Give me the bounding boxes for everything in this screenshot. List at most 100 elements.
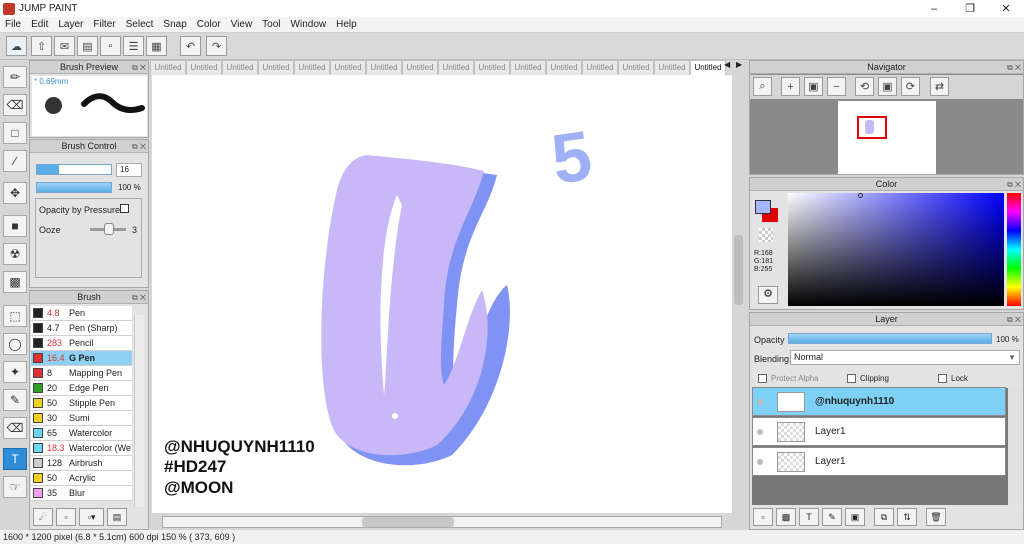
close-icon[interactable]: ✕ <box>988 0 1024 17</box>
rotate-right-icon[interactable]: ⟳ <box>901 77 920 96</box>
protect-alpha-checkbox[interactable] <box>758 374 767 384</box>
brush-list-item[interactable]: 16.4 G Pen <box>31 351 132 366</box>
horizontal-scroll-thumb[interactable] <box>362 517 454 527</box>
brush-list-item[interactable]: 20 Edge Pen <box>31 381 132 396</box>
canvas-vertical-scrollbar[interactable] <box>732 75 746 513</box>
document-tab[interactable]: Untitled <box>510 60 546 75</box>
menu-filter[interactable]: Filter <box>88 19 120 30</box>
tab-scroll-left-icon[interactable]: ◀ <box>724 60 733 74</box>
document-tab[interactable]: Untitled <box>258 60 294 75</box>
opacity-pressure-checkbox[interactable] <box>120 204 129 213</box>
bucket-tool-icon[interactable]: ☢ <box>3 243 27 265</box>
navigator-thumbnail[interactable] <box>838 101 936 174</box>
panel-close-icon[interactable]: ⧉ ✕ <box>132 61 146 74</box>
document-tab[interactable]: Untitled <box>330 60 366 75</box>
brush-list-item[interactable]: 283 Pencil <box>31 336 132 351</box>
menu-layer[interactable]: Layer <box>53 19 88 30</box>
canvas-horizontal-scrollbar[interactable] <box>152 514 732 530</box>
new-vector-layer-icon[interactable]: ✎ <box>822 508 842 526</box>
zoom-out-icon[interactable]: − <box>827 77 846 96</box>
brush-size-slider[interactable] <box>36 164 112 175</box>
ooze-slider-handle[interactable] <box>104 223 114 235</box>
brush-list-item[interactable]: 4.7 Pen (Sharp) <box>31 321 132 336</box>
menu-select[interactable]: Select <box>121 19 159 30</box>
new-halftone-layer-icon[interactable]: ▩ <box>776 508 796 526</box>
brush-list-item[interactable]: 50 Stipple Pen <box>31 396 132 411</box>
color-picker-area[interactable] <box>788 193 1004 306</box>
text-tool-icon[interactable]: T <box>3 448 27 470</box>
cloud-icon[interactable]: ☁ <box>6 36 27 56</box>
layer-list-scrollbar[interactable] <box>1008 387 1022 505</box>
lock-checkbox[interactable] <box>938 374 947 384</box>
new-text-layer-icon[interactable]: T <box>799 508 819 526</box>
blending-select[interactable]: Normal ▼ <box>790 350 1020 365</box>
duplicate-layer-icon[interactable]: ⧉ <box>874 508 894 526</box>
document-tab[interactable]: Untitled <box>402 60 438 75</box>
menu-view[interactable]: View <box>226 19 258 30</box>
brush-opacity-slider[interactable] <box>36 182 112 193</box>
clipping-checkbox[interactable] <box>847 374 856 384</box>
drawing-canvas[interactable]: 5 @NHUQUYNH1110 #HD247 @MOON <box>152 75 732 513</box>
move-tool-icon[interactable]: ✥ <box>3 182 27 204</box>
menu-help[interactable]: Help <box>331 19 362 30</box>
zoom-icon[interactable]: ⌕ <box>753 77 772 96</box>
menu-snap[interactable]: Snap <box>158 19 191 30</box>
brush-list-item[interactable]: 8 Mapping Pen <box>31 366 132 381</box>
comment-icon[interactable]: ✉ <box>54 36 75 56</box>
color-picker-cursor[interactable] <box>858 193 863 198</box>
reset-view-icon[interactable]: ▣ <box>878 77 897 96</box>
hand-tool-icon[interactable]: ☞ <box>3 476 27 498</box>
lasso-tool-icon[interactable]: ◯ <box>3 333 27 355</box>
document-tab[interactable]: Untitled <box>366 60 402 75</box>
layer-row[interactable]: Layer1 <box>752 447 1006 476</box>
zoom-in-icon[interactable]: + <box>781 77 800 96</box>
new-brush-icon[interactable]: ▫ <box>56 508 76 526</box>
rotate-left-icon[interactable]: ⟲ <box>855 77 874 96</box>
document-tab[interactable]: Untitled <box>438 60 474 75</box>
line-tool-icon[interactable]: ∕ <box>3 150 27 172</box>
brush-list-item[interactable]: 128 Airbrush <box>31 456 132 471</box>
document-icon[interactable]: ▫ <box>100 36 121 56</box>
select-eraser-tool-icon[interactable]: ⌫ <box>3 417 27 439</box>
message-icon[interactable]: ▤ <box>77 36 98 56</box>
document-tab[interactable]: Untitled <box>474 60 510 75</box>
document-tab[interactable]: Untitled <box>546 60 582 75</box>
fill-rect-tool-icon[interactable]: ■ <box>3 215 27 237</box>
visibility-icon[interactable] <box>757 428 763 435</box>
document-tab[interactable]: Untitled <box>582 60 618 75</box>
panel-close-icon[interactable]: ⧉ ✕ <box>132 140 146 153</box>
magic-wand-tool-icon[interactable]: ✦ <box>3 361 27 383</box>
add-brush-icon[interactable]: ☄ <box>33 508 53 526</box>
layer-opacity-slider[interactable] <box>788 333 992 344</box>
brush-list-item[interactable]: 65 Watercolor <box>31 426 132 441</box>
shape-tool-icon[interactable]: □ <box>3 122 27 144</box>
merge-layer-icon[interactable]: ⇅ <box>897 508 917 526</box>
hue-slider[interactable] <box>1007 193 1021 306</box>
document-tab[interactable]: Untitled <box>150 60 186 75</box>
brush-list-item[interactable]: 30 Sumi <box>31 411 132 426</box>
minimize-icon[interactable]: – <box>916 0 952 17</box>
palette-icon[interactable]: ⚙ <box>758 286 778 304</box>
brush-settings-icon[interactable]: ▤ <box>107 508 127 526</box>
gradient-tool-icon[interactable]: ▩ <box>3 271 27 293</box>
brush-list-item[interactable]: 18.3 Watercolor (We <box>31 441 132 456</box>
panel-close-icon[interactable]: ⧉ ✕ <box>1007 313 1021 326</box>
visibility-icon[interactable] <box>757 398 763 405</box>
menu-edit[interactable]: Edit <box>26 19 53 30</box>
brush-list-item[interactable]: 50 Acrylic <box>31 471 132 486</box>
grid-icon[interactable]: ▦ <box>146 36 167 56</box>
eraser-tool-icon[interactable]: ⌫ <box>3 94 27 116</box>
fit-icon[interactable]: ▣ <box>804 77 823 96</box>
menu-tool[interactable]: Tool <box>257 19 285 30</box>
transparent-color-swatch[interactable] <box>759 228 773 242</box>
redo-icon[interactable]: ↷ <box>206 36 227 56</box>
document-tab[interactable]: Untitled <box>222 60 258 75</box>
brush-list-item[interactable]: 4.8 Pen <box>31 306 132 321</box>
panel-close-icon[interactable]: ⧉ ✕ <box>1007 178 1021 191</box>
brush-list-scrollbar[interactable] <box>134 315 144 507</box>
document-tab[interactable]: Untitled <box>654 60 690 75</box>
new-layer-icon[interactable]: ▫ <box>753 508 773 526</box>
menu-color[interactable]: Color <box>192 19 226 30</box>
menu-file[interactable]: File <box>0 19 26 30</box>
document-tab[interactable]: Untitled <box>186 60 222 75</box>
